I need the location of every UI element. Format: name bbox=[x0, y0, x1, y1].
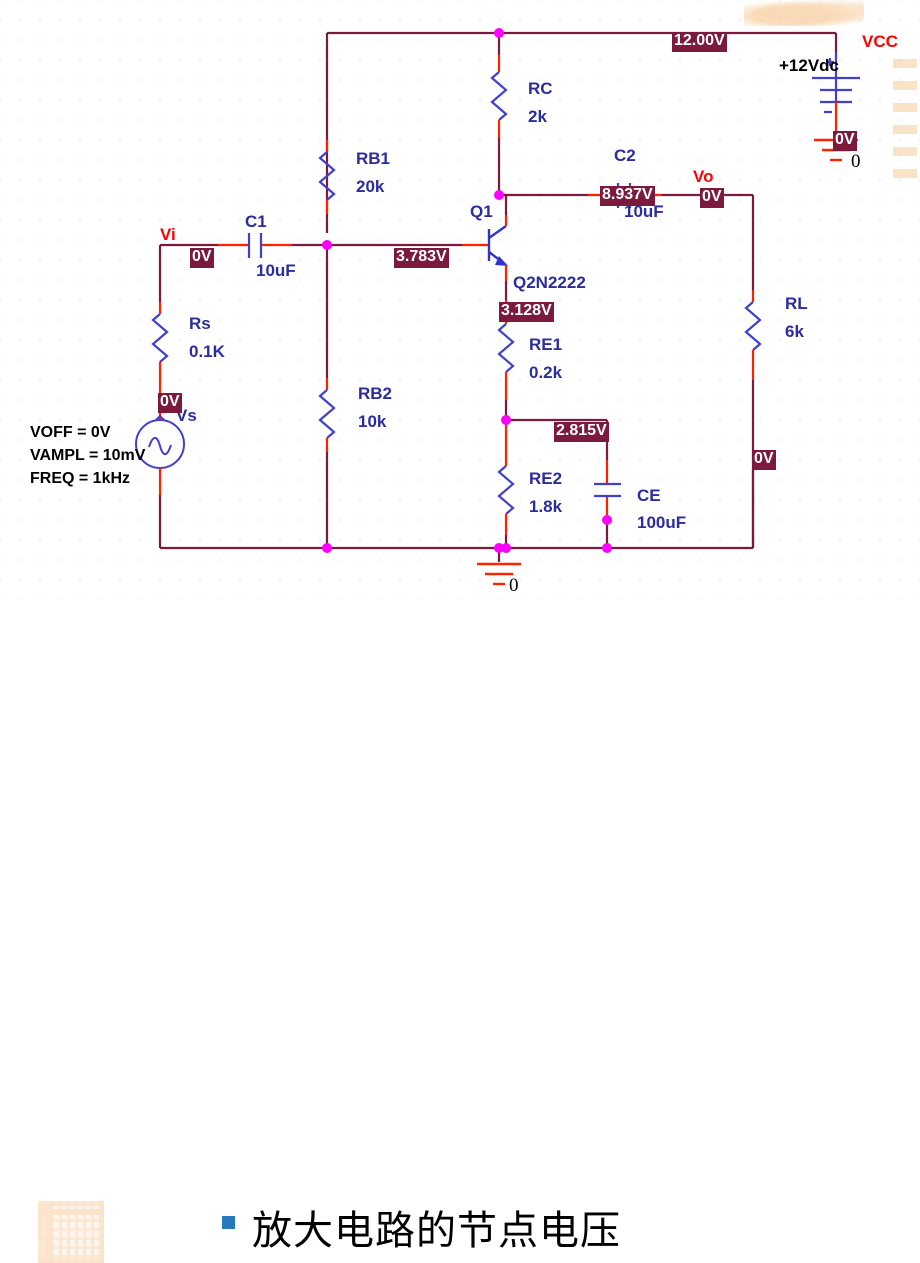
component-RC[interactable] bbox=[490, 55, 508, 195]
label-Rs-ref: Rs bbox=[189, 314, 211, 333]
label-RC-value: 2k bbox=[528, 107, 547, 126]
net-label-Vo: Vo bbox=[693, 167, 714, 186]
source-param-voff: VOFF = 0V bbox=[30, 424, 111, 441]
net-label-Vi: Vi bbox=[160, 225, 176, 244]
component-RB1[interactable] bbox=[318, 140, 336, 214]
label-RL-ref: RL bbox=[785, 294, 808, 313]
bias-value-rl: 0V bbox=[752, 450, 776, 470]
label-Rs-value: 0.1K bbox=[189, 342, 225, 361]
component-RE2[interactable] bbox=[497, 420, 515, 548]
schematic-canvas: .w { stroke:#7b1a3c; stroke-width:2.2; f… bbox=[0, 0, 920, 1263]
bullet-icon bbox=[222, 1216, 235, 1229]
caption-text: 放大电路的节点电压 bbox=[252, 1208, 621, 1253]
source-param-vampl: VAMPL = 10mV bbox=[30, 447, 146, 464]
label-RE2-ref: RE2 bbox=[529, 469, 563, 488]
wire-ground-rail bbox=[160, 470, 755, 550]
caption-bar: 放大电路的节点电压 bbox=[0, 596, 920, 1263]
bias-value-emitter: 3.128V bbox=[499, 302, 554, 322]
bias-value-collector: 8.937V bbox=[600, 186, 655, 206]
bias-value-vcc-gnd: 0V bbox=[833, 131, 857, 151]
seal-watermark bbox=[38, 1201, 104, 1263]
net-label-VCC: VCC bbox=[862, 32, 898, 51]
wire-vcc-rail bbox=[325, 31, 838, 233]
label-RE1-value: 0.2k bbox=[529, 363, 563, 382]
label-C1-value: 10uF bbox=[256, 261, 296, 280]
component-RL[interactable] bbox=[744, 290, 762, 548]
label-RC-ref: RC bbox=[528, 79, 553, 98]
label-RB1-value: 20k bbox=[356, 177, 385, 196]
label-VCC-value: +12Vdc bbox=[779, 56, 840, 75]
label-RB1-ref: RB1 bbox=[356, 149, 391, 168]
label-RE1-ref: RE1 bbox=[529, 335, 563, 354]
bias-value-vs: 0V bbox=[158, 393, 182, 413]
label-Q1-ref: Q1 bbox=[470, 202, 493, 221]
bias-value-vi: 0V bbox=[190, 248, 214, 268]
label-CE-ref: CE bbox=[637, 486, 661, 505]
bias-value-vo: 0V bbox=[700, 188, 724, 208]
source-param-freq: FREQ = 1kHz bbox=[30, 470, 131, 487]
component-C1[interactable] bbox=[247, 233, 263, 258]
circuit-schematic: .w { stroke:#7b1a3c; stroke-width:2.2; f… bbox=[135, 28, 860, 586]
label-RB2-value: 10k bbox=[358, 412, 387, 431]
wire-input-branch bbox=[158, 243, 327, 302]
label-CE-value: 100uF bbox=[637, 513, 687, 532]
label-RL-value: 6k bbox=[785, 322, 804, 341]
label-Q1-value: Q2N2222 bbox=[513, 273, 586, 292]
component-Rs[interactable] bbox=[151, 302, 169, 392]
component-RB2[interactable] bbox=[318, 245, 336, 548]
label-C1-ref: C1 bbox=[245, 212, 267, 231]
bias-value-re1-re2: 2.815V bbox=[554, 422, 609, 442]
ground-label-vcc: 0 bbox=[851, 151, 861, 172]
bias-value-base: 3.783V bbox=[394, 248, 449, 268]
label-C2-ref: C2 bbox=[614, 146, 636, 165]
bias-value-vcc-rail: 12.00V bbox=[672, 32, 727, 52]
ground-label-main: 0 bbox=[509, 575, 519, 596]
label-RB2-ref: RB2 bbox=[358, 384, 393, 403]
label-RE2-value: 1.8k bbox=[529, 497, 563, 516]
